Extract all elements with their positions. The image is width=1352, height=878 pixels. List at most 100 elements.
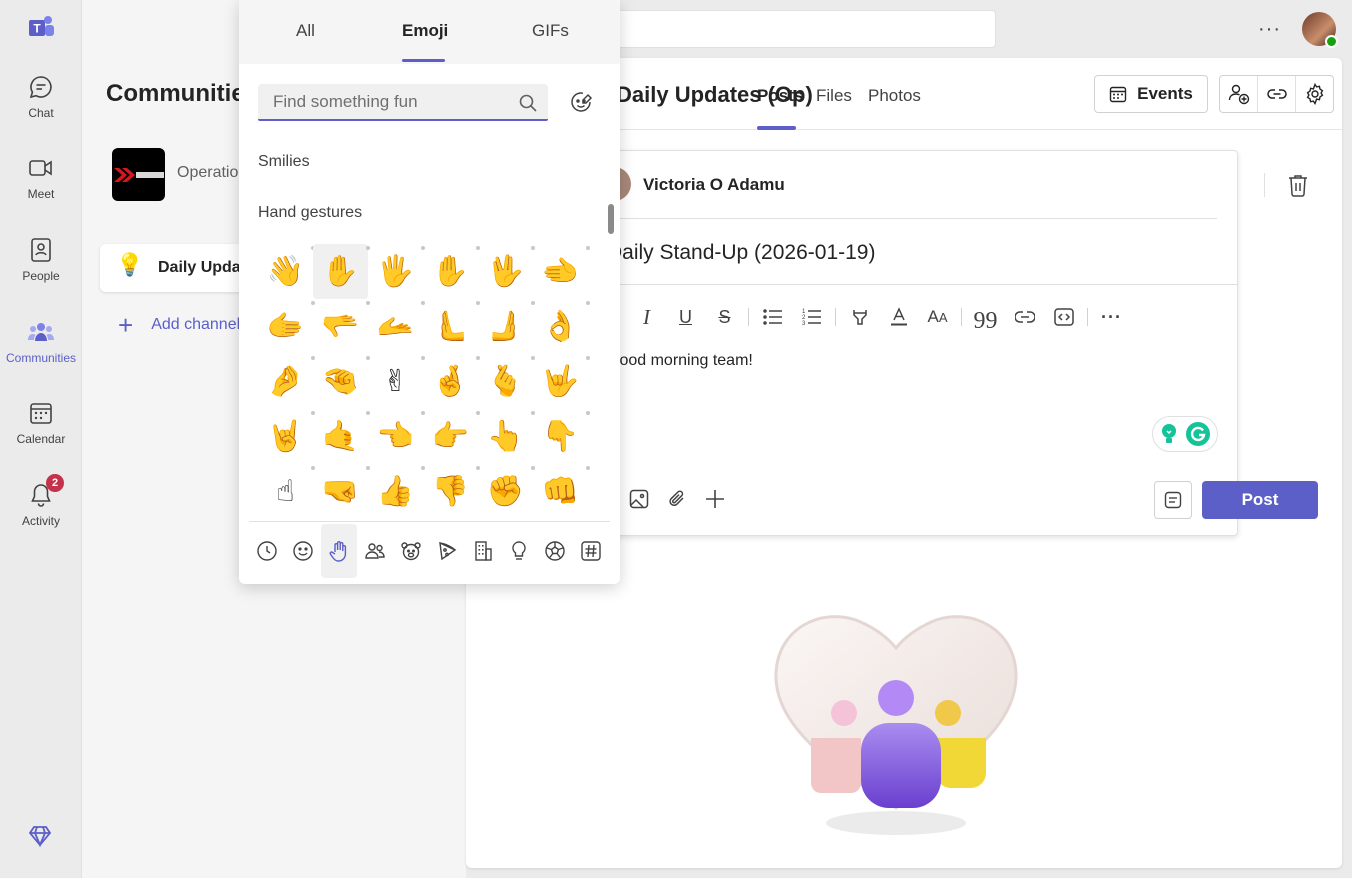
emoji-item[interactable]: 🤘	[258, 409, 315, 464]
rail-people[interactable]: People	[0, 235, 82, 305]
emoji-item[interactable]: 👊	[533, 464, 590, 519]
emoji-item[interactable]: ✋	[313, 244, 370, 299]
picker-tab-gifs[interactable]: GIFs	[532, 21, 569, 41]
emoji-item[interactable]: 👍	[368, 464, 425, 519]
communities-title: Communities	[106, 80, 259, 107]
category-objects[interactable]	[501, 524, 537, 578]
category-hand-gestures[interactable]	[321, 523, 357, 578]
emoji-item[interactable]: 🫴	[368, 299, 425, 354]
emoji-item[interactable]: 🤞	[423, 354, 480, 409]
emoji-item[interactable]: 🫲	[533, 244, 590, 299]
insert-image-button[interactable]	[627, 487, 651, 511]
emoji-item[interactable]: 🖖	[478, 244, 535, 299]
rail-label: People	[22, 269, 60, 283]
emoji-item[interactable]: 🫷	[423, 299, 480, 354]
note-icon	[1164, 491, 1182, 509]
tab-files[interactable]: Files	[816, 86, 852, 106]
grammarly-widget[interactable]	[1152, 416, 1218, 452]
picker-tab-all[interactable]: All	[296, 21, 315, 41]
attach-file-button[interactable]	[665, 487, 689, 511]
settings-button[interactable]	[1296, 76, 1333, 112]
message-body[interactable]: Good morning team!	[607, 352, 753, 370]
emoji-item[interactable]: 🤙	[313, 409, 370, 464]
picker-scrollbar[interactable]	[608, 204, 614, 234]
quote-button[interactable]: 99	[966, 303, 1005, 334]
image-icon	[629, 489, 649, 509]
emoji-item[interactable]: 👌	[533, 299, 590, 354]
category-people[interactable]	[357, 524, 393, 578]
code-snippet-button[interactable]	[1044, 303, 1083, 331]
category-recent[interactable]	[249, 524, 285, 578]
category-smilies[interactable]	[285, 524, 321, 578]
add-member-button[interactable]	[1220, 76, 1258, 112]
emoji-item[interactable]: 🫳	[313, 299, 370, 354]
emoji-item[interactable]: 👇	[533, 409, 590, 464]
add-channel-button[interactable]: + Add channel	[118, 312, 240, 338]
emoji-item[interactable]: 🤜	[313, 464, 370, 519]
insert-link-button[interactable]	[1005, 303, 1044, 331]
rail-communities[interactable]: Communities	[0, 317, 82, 387]
communities-icon	[26, 317, 56, 347]
emoji-item[interactable]: 👉	[423, 409, 480, 464]
category-symbols[interactable]	[573, 524, 609, 578]
font-color-button[interactable]	[879, 303, 918, 331]
emoji-item[interactable]: 👋	[258, 244, 315, 299]
community-logo[interactable]	[112, 148, 165, 201]
clock-icon	[257, 540, 277, 561]
emoji-item[interactable]: 🫸	[478, 299, 535, 354]
section-hand-gestures[interactable]: Hand gestures	[258, 204, 362, 222]
emoji-item[interactable]: ✌	[368, 354, 425, 409]
emoji-category-bar	[249, 521, 610, 579]
strikethrough-button[interactable]: S	[705, 303, 744, 331]
custom-emoji-button[interactable]	[570, 91, 594, 120]
emoji-item[interactable]: ☝	[258, 464, 315, 519]
rail-activity[interactable]: 2 Activity	[0, 474, 82, 550]
draft-button[interactable]	[1154, 481, 1192, 519]
more-options-icon[interactable]: ···	[1258, 18, 1281, 41]
link-icon	[1014, 311, 1035, 323]
lightbulb-icon	[512, 540, 526, 560]
teams-logo-icon: T	[27, 14, 55, 42]
emoji-item[interactable]: 👆	[478, 409, 535, 464]
tab-posts[interactable]: Posts	[757, 86, 803, 106]
copy-link-button[interactable]	[1258, 76, 1296, 112]
events-button[interactable]: Events	[1094, 75, 1208, 113]
rail-meet[interactable]: Meet	[0, 153, 82, 223]
emoji-item[interactable]: 🤌	[258, 354, 315, 409]
emoji-item[interactable]: 🤟	[533, 354, 590, 409]
bulleted-list-button[interactable]	[753, 303, 792, 331]
highlight-button[interactable]	[840, 303, 879, 331]
more-actions-button[interactable]	[703, 487, 727, 511]
emoji-item[interactable]: ✋	[423, 244, 480, 299]
tab-photos[interactable]: Photos	[868, 86, 921, 106]
numbered-list-button[interactable]: 123	[792, 303, 831, 331]
post-button[interactable]: Post	[1202, 481, 1318, 519]
emoji-search-input[interactable]	[258, 84, 548, 121]
category-activities[interactable]	[537, 524, 573, 578]
category-food[interactable]	[429, 524, 465, 578]
emoji-item[interactable]: 🤏	[313, 354, 370, 409]
emoji-item[interactable]: 🫱	[258, 299, 315, 354]
section-smilies[interactable]: Smilies	[258, 153, 310, 171]
diamond-icon[interactable]	[28, 824, 52, 853]
subject-field[interactable]: Daily Stand-Up (2026-01-19)	[607, 241, 875, 265]
category-travel[interactable]	[465, 524, 501, 578]
global-search-box[interactable]	[610, 10, 996, 48]
discard-button[interactable]	[1287, 173, 1309, 202]
emoji-item[interactable]: 👈	[368, 409, 425, 464]
category-animals[interactable]	[393, 524, 429, 578]
rail-chat[interactable]: Chat	[0, 72, 82, 142]
italic-button[interactable]: I	[627, 303, 666, 331]
emoji-item[interactable]: ✊	[478, 464, 535, 519]
emoji-item[interactable]: 👎	[423, 464, 480, 519]
picker-tab-emoji[interactable]: Emoji	[402, 21, 448, 41]
emoji-item[interactable]: 🫰	[478, 354, 535, 409]
font-size-button[interactable]: AA	[918, 303, 957, 331]
grammarly-icon	[1186, 422, 1210, 446]
emoji-item[interactable]: 🖐	[368, 244, 425, 299]
user-avatar[interactable]	[1302, 12, 1338, 48]
rail-calendar[interactable]: Calendar	[0, 398, 82, 468]
underline-button[interactable]: U	[666, 303, 705, 331]
more-formatting-button[interactable]: ···	[1092, 303, 1131, 331]
divider	[1087, 308, 1088, 326]
